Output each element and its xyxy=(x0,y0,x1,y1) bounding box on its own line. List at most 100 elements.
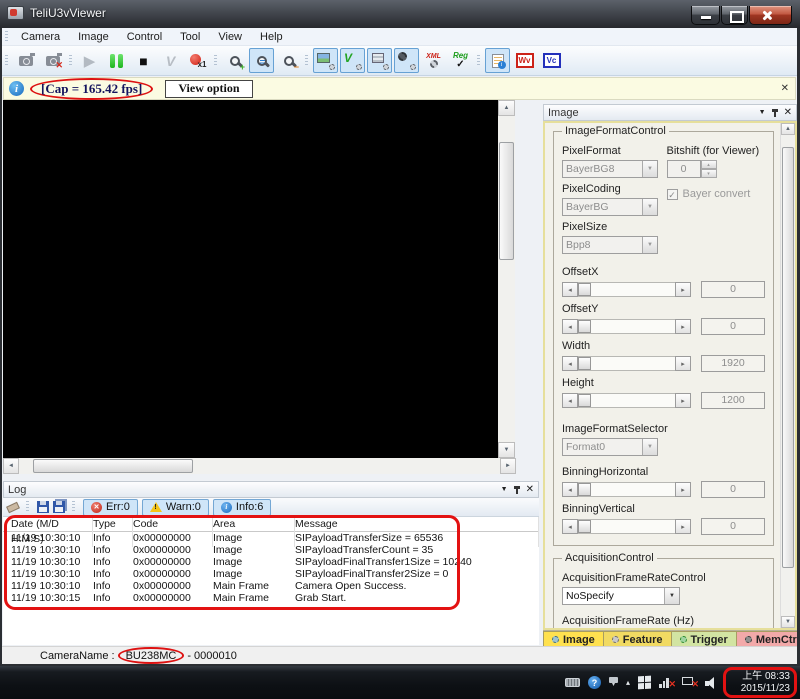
trigger-button[interactable]: V xyxy=(158,48,183,73)
spin-down-icon[interactable]: ▾ xyxy=(701,169,717,178)
panel-menu-icon[interactable]: ▼ xyxy=(501,486,508,493)
menu-view[interactable]: View xyxy=(209,29,251,45)
pixel-format-select[interactable]: BayerBG8 ▼ xyxy=(562,160,658,178)
dropdown-arrow-icon[interactable]: ▼ xyxy=(642,237,657,253)
open-camera-button[interactable] xyxy=(13,48,38,73)
scroll-thumb[interactable] xyxy=(782,147,794,568)
slider-right-button[interactable]: ▸ xyxy=(675,356,691,371)
slider-track[interactable] xyxy=(578,282,675,297)
slider-left-button[interactable]: ◂ xyxy=(562,393,578,408)
slider-track[interactable] xyxy=(578,356,675,371)
infobar-close-icon[interactable]: ✕ xyxy=(781,83,789,94)
close-button[interactable] xyxy=(749,6,792,25)
pause-button[interactable] xyxy=(104,48,129,73)
scroll-down-button[interactable]: ▼ xyxy=(781,616,795,628)
log-row[interactable]: 11/19 10:30:10Info0x00000000ImageSIPaylo… xyxy=(3,532,539,544)
wv-button[interactable]: Wv xyxy=(512,48,537,73)
menu-camera[interactable]: Camera xyxy=(12,29,69,45)
play-button[interactable]: ▶ xyxy=(77,48,102,73)
menu-control[interactable]: Control xyxy=(118,29,171,45)
windows-logo-icon[interactable] xyxy=(638,676,651,690)
scroll-up-button[interactable]: ▲ xyxy=(498,100,515,116)
show-hidden-icons-button[interactable]: ▴ xyxy=(626,678,630,687)
scroll-track[interactable] xyxy=(19,458,500,474)
vc-button[interactable]: Vc xyxy=(539,48,564,73)
slider-track[interactable] xyxy=(578,519,675,534)
panel-close-icon[interactable]: ✕ xyxy=(526,484,534,495)
pin-icon[interactable] xyxy=(774,109,776,117)
display-tray-icon[interactable]: ✕ xyxy=(682,676,697,689)
slider-right-button[interactable]: ▸ xyxy=(675,519,691,534)
scroll-down-button[interactable]: ▼ xyxy=(498,442,515,458)
slider-right-button[interactable]: ▸ xyxy=(675,482,691,497)
tray-date[interactable]: 2015/11/23 xyxy=(741,683,790,695)
zoom-out-button[interactable]: − xyxy=(276,48,301,73)
save-all-log-icon[interactable] xyxy=(53,501,65,513)
log-window-button[interactable]: i xyxy=(485,48,510,73)
slider-thumb[interactable] xyxy=(578,483,591,496)
scroll-thumb[interactable] xyxy=(33,459,193,473)
slider-track[interactable] xyxy=(578,319,675,334)
menu-image[interactable]: Image xyxy=(69,29,118,45)
pixel-coding-select[interactable]: BayerBG ▼ xyxy=(562,198,658,216)
slider-thumb[interactable] xyxy=(578,283,591,296)
scroll-thumb[interactable] xyxy=(499,142,514,260)
help-tray-icon[interactable]: ? xyxy=(588,676,601,689)
snapshot-button[interactable]: x1 xyxy=(185,48,210,73)
scroll-left-button[interactable]: ◄ xyxy=(3,458,19,474)
slider-left-button[interactable]: ◂ xyxy=(562,482,578,497)
zoom-fit-button[interactable] xyxy=(249,48,274,73)
volume-tray-icon[interactable] xyxy=(705,677,718,689)
device-tray-icon[interactable]: ▾ xyxy=(609,677,618,688)
slider-thumb[interactable] xyxy=(578,520,591,533)
menu-help[interactable]: Help xyxy=(251,29,292,45)
log-row[interactable]: 11/19 10:30:10Info0x00000000ImageSIPaylo… xyxy=(3,544,539,556)
image-settings-button[interactable] xyxy=(313,48,338,73)
scroll-right-button[interactable]: ► xyxy=(500,458,516,474)
close-camera-button[interactable]: ✕ xyxy=(40,48,65,73)
slider-right-button[interactable]: ▸ xyxy=(675,282,691,297)
dropdown-arrow-icon[interactable]: ▼ xyxy=(642,199,657,215)
slider-left-button[interactable]: ◂ xyxy=(562,519,578,534)
slider-track[interactable] xyxy=(578,482,675,497)
slider-right-button[interactable]: ▸ xyxy=(675,393,691,408)
tray-time[interactable]: 上午 08:33 xyxy=(742,671,790,683)
feature-settings-button[interactable] xyxy=(367,48,392,73)
slider-left-button[interactable]: ◂ xyxy=(562,319,578,334)
slider-right-button[interactable]: ▸ xyxy=(675,319,691,334)
menu-tool[interactable]: Tool xyxy=(171,29,209,45)
panel-menu-icon[interactable]: ▼ xyxy=(759,109,766,116)
bitshift-spinner[interactable]: 0 ▴ ▾ xyxy=(667,160,719,178)
dropdown-arrow-icon[interactable]: ▼ xyxy=(642,161,657,177)
log-row[interactable]: 11/19 10:30:15Info0x00000000Main FrameGr… xyxy=(3,592,539,604)
panel-close-icon[interactable]: ✕ xyxy=(784,107,792,118)
dropdown-arrow-icon[interactable]: ▼ xyxy=(642,439,657,455)
frame-rate-control-select[interactable]: NoSpecify ▼ xyxy=(562,587,680,605)
pin-icon[interactable] xyxy=(516,486,518,494)
slider-left-button[interactable]: ◂ xyxy=(562,282,578,297)
scroll-up-button[interactable]: ▲ xyxy=(781,123,795,135)
clear-log-icon[interactable] xyxy=(6,501,20,512)
bayer-convert-checkbox[interactable]: ✓ xyxy=(667,189,678,200)
stop-button[interactable]: ■ xyxy=(131,48,156,73)
slider-thumb[interactable] xyxy=(578,394,591,407)
info-filter-button[interactable]: i Info:6 xyxy=(213,499,272,516)
slider-left-button[interactable]: ◂ xyxy=(562,356,578,371)
trigger-settings-button[interactable]: V xyxy=(340,48,365,73)
spin-up-icon[interactable]: ▴ xyxy=(701,160,717,169)
log-row[interactable]: 11/19 10:30:10Info0x00000000ImageSIPaylo… xyxy=(3,556,539,568)
slider-thumb[interactable] xyxy=(578,320,591,333)
keyboard-tray-icon[interactable] xyxy=(565,678,580,687)
slider-thumb[interactable] xyxy=(578,357,591,370)
error-filter-button[interactable]: ✕ Err:0 xyxy=(83,499,138,516)
memctrl-settings-button[interactable] xyxy=(394,48,419,73)
zoom-in-button[interactable]: + xyxy=(222,48,247,73)
warning-filter-button[interactable]: ! Warn:0 xyxy=(142,499,209,516)
log-row[interactable]: 11/19 10:30:10Info0x00000000ImageSIPaylo… xyxy=(3,568,539,580)
minimize-button[interactable] xyxy=(691,6,720,25)
slider-track[interactable] xyxy=(578,393,675,408)
scroll-track[interactable] xyxy=(781,135,795,616)
dropdown-arrow-icon[interactable]: ▼ xyxy=(664,588,679,604)
pixel-size-select[interactable]: Bpp8 ▼ xyxy=(562,236,658,254)
image-format-selector-select[interactable]: Format0 ▼ xyxy=(562,438,658,456)
